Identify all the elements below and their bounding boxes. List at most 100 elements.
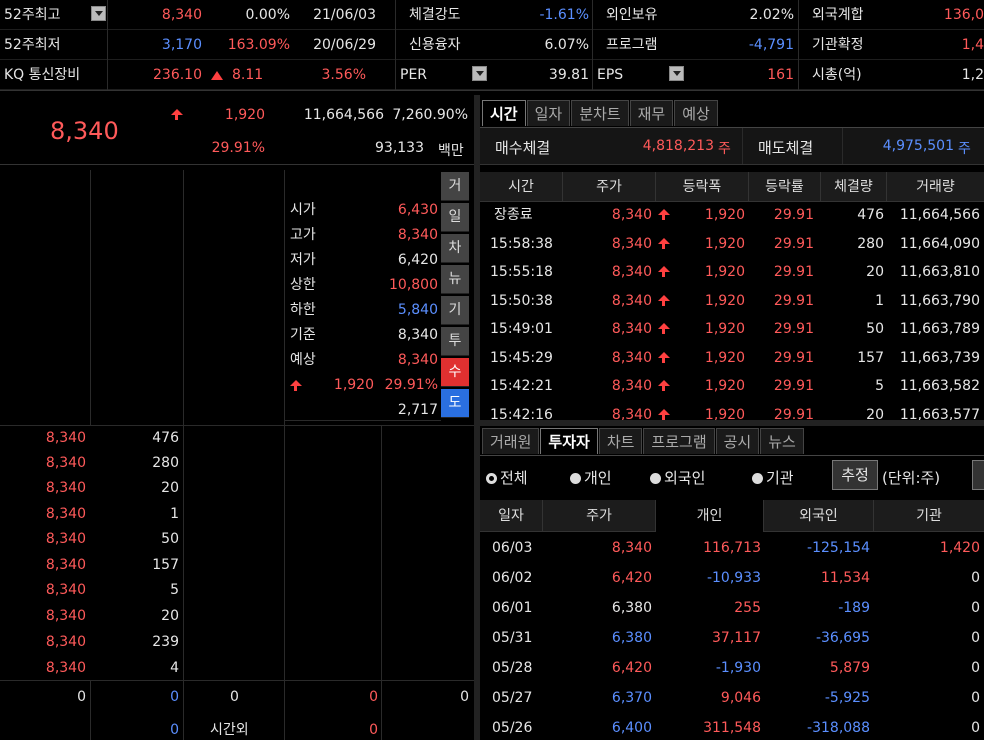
col-foreign[interactable]: 외국인	[764, 500, 874, 532]
inv-price: 6,380	[611, 600, 652, 616]
arrow-up-icon	[658, 232, 670, 257]
current-price: 8,340	[50, 117, 119, 145]
side-button-news[interactable]: 뉴	[441, 265, 469, 294]
tab-program[interactable]: 프로그램	[643, 428, 715, 454]
after-hours-right: 0	[369, 722, 378, 738]
inv-foreign: -5,925	[824, 690, 870, 706]
orderbook-area: 시가 6,430 고가 8,340 저가 6,420 상한 10,800 하한 …	[0, 170, 474, 740]
col-price[interactable]: 주가	[543, 500, 656, 532]
expected-change: 1,920	[333, 377, 374, 393]
tick-qty: 280	[152, 455, 179, 471]
col-pct[interactable]: 등락률	[749, 172, 821, 202]
trade-price: 8,340	[611, 378, 652, 394]
filter-institution-label: 기관	[766, 469, 794, 487]
label-foreign-holding: 외인보유	[606, 7, 658, 23]
inv-price: 8,340	[611, 540, 652, 556]
more-button[interactable]	[972, 460, 984, 490]
arrow-up-icon	[658, 203, 670, 228]
volume-pct: 7,260.90%	[392, 107, 468, 123]
trade-price: 8,340	[611, 264, 652, 280]
label-trade-strength: 체결강도	[409, 7, 461, 23]
tab-date[interactable]: 일자	[526, 100, 571, 126]
dropdown-per-button[interactable]	[472, 66, 487, 81]
col-institution[interactable]: 기관	[874, 500, 984, 532]
trade-volume: 11,664,566	[899, 207, 980, 223]
trade-change: 1,920	[704, 321, 745, 337]
col-date[interactable]: 일자	[480, 500, 543, 532]
stat-value: 8,340	[397, 227, 438, 243]
filter-foreign-radio[interactable]: 외국인	[650, 467, 705, 488]
header-row-52w-high: 52주최고 8,340 0.00% 21/06/03 체결강도 -1.61% 외…	[0, 0, 984, 30]
filter-all-radio[interactable]: 전체	[486, 467, 528, 488]
trade-pct: 29.91	[773, 378, 814, 394]
tick-qty: 4	[170, 660, 179, 676]
value-sector-index: 236.10	[153, 67, 202, 83]
side-button-investor[interactable]: 투	[441, 327, 469, 356]
trade-volume: 11,663,790	[899, 293, 980, 309]
trade-price: 8,340	[611, 236, 652, 252]
tick-price: 8,340	[45, 430, 86, 446]
filter-institution-radio[interactable]: 기관	[752, 467, 794, 488]
tab-expected[interactable]: 예상	[674, 100, 718, 126]
inv-foreign: 5,879	[829, 660, 870, 676]
inv-institution: 0	[971, 690, 980, 706]
trade-qty: 5	[875, 378, 884, 394]
label-inst-confirmed: 기관확정	[812, 37, 864, 53]
col-change[interactable]: 등락폭	[656, 172, 749, 202]
dropdown-52w-high-button[interactable]	[91, 6, 106, 21]
arrow-up-icon	[658, 403, 670, 420]
tick-qty: 20	[161, 608, 179, 624]
tab-chart[interactable]: 차트	[598, 428, 643, 454]
filter-individual-radio[interactable]: 개인	[570, 467, 612, 488]
side-button-buy[interactable]: 수	[441, 358, 469, 387]
buy-exec-value: 4,818,213	[642, 138, 714, 154]
side-button-sell[interactable]: 도	[441, 389, 469, 418]
tab-news[interactable]: 뉴스	[760, 428, 804, 454]
tab-disclosure[interactable]: 공시	[715, 428, 760, 454]
tab-investor[interactable]: 투자자	[540, 428, 598, 454]
value-inst-confirmed: 1,4	[961, 37, 984, 53]
arrow-up-icon	[658, 289, 670, 314]
date-52w-high: 21/06/03	[313, 7, 376, 23]
inv-price: 6,420	[611, 660, 652, 676]
stat-value: 8,340	[397, 327, 438, 343]
tab-broker[interactable]: 거래원	[482, 428, 540, 454]
inv-institution: 0	[971, 720, 980, 736]
expected-volume: 2,717	[397, 402, 438, 418]
dropdown-eps-button[interactable]	[669, 66, 684, 81]
col-individual[interactable]: 개인	[656, 500, 764, 532]
filter-foreign-label: 외국인	[664, 469, 706, 487]
trade-pct: 29.91	[773, 350, 814, 366]
label-market-cap: 시총(억)	[812, 67, 862, 83]
side-button-company[interactable]: 기	[441, 296, 469, 325]
side-button-trader[interactable]: 거	[441, 172, 469, 201]
tab-finance[interactable]: 재무	[629, 100, 674, 126]
col-volume[interactable]: 거래량	[887, 172, 984, 202]
side-button-chart[interactable]: 차	[441, 234, 469, 263]
estimate-button[interactable]: 추정	[832, 460, 878, 490]
label-per: PER	[400, 67, 428, 83]
inv-institution: 0	[971, 660, 980, 676]
quote-summary: 8,340 1,920 11,664,566 7,260.90% 29.91% …	[0, 97, 474, 165]
trade-amount: 93,133	[375, 140, 424, 156]
inv-individual: 9,046	[720, 690, 761, 706]
col-price[interactable]: 주가	[563, 172, 656, 202]
value-market-cap: 1,2	[961, 67, 984, 83]
col-time[interactable]: 시간	[480, 172, 563, 202]
inv-price: 6,380	[611, 630, 652, 646]
side-button-daily[interactable]: 일	[441, 203, 469, 232]
arrow-up-icon	[658, 346, 670, 371]
tab-minute-chart[interactable]: 분차트	[571, 100, 629, 126]
tick-price: 8,340	[45, 582, 86, 598]
tab-time[interactable]: 시간	[482, 100, 526, 126]
trade-qty: 280	[857, 236, 884, 252]
col-qty[interactable]: 체결량	[821, 172, 887, 202]
arrow-up-icon	[658, 260, 670, 285]
stat-value: 6,420	[397, 252, 438, 268]
inv-foreign: -189	[838, 600, 870, 616]
total-buy-qty: 0	[460, 689, 469, 705]
label-52w-high: 52주최고	[4, 7, 61, 23]
triangle-up-icon	[211, 60, 227, 90]
trade-qty: 476	[857, 207, 884, 223]
stat-label: 저가	[290, 252, 316, 268]
